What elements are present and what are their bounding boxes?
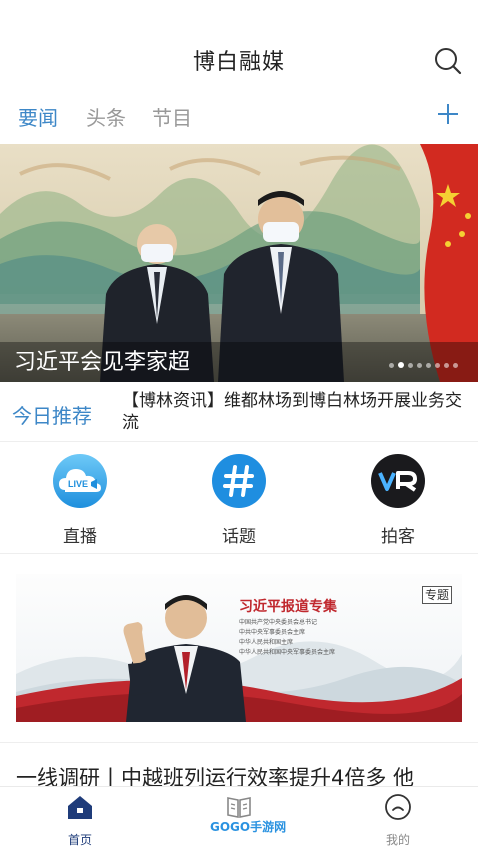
carousel-dot — [408, 362, 413, 368]
live-label: 直播 — [63, 527, 97, 547]
app-title: 博白融媒 — [192, 50, 285, 75]
tab-jiemu[interactable]: 节目 — [152, 102, 192, 131]
carousel-dot — [435, 362, 440, 368]
tab-toutiao[interactable]: 头条 — [86, 102, 126, 131]
banner-caption: 习近平会见李家超 — [14, 350, 191, 375]
profile-icon — [385, 794, 411, 820]
carousel-dot-active — [398, 362, 404, 368]
today-recommend[interactable]: 今日推荐 【博林资讯】维都林场到博白林场开展业务交流 — [0, 384, 478, 442]
search-button[interactable] — [433, 46, 463, 76]
tab-yaowen[interactable]: 要闻 — [18, 102, 58, 131]
paike-label: 拍客 — [381, 527, 415, 547]
today-recommend-headline[interactable]: 【博林资讯】维都林场到博白林场开展业务交流 — [122, 390, 466, 434]
paike-shortcut[interactable]: 拍客 — [358, 454, 438, 547]
topic-label: 话题 — [222, 527, 256, 547]
live-cloud-icon: LIVE — [53, 454, 107, 508]
plus-icon — [438, 104, 458, 124]
app-header: 博白融媒 — [0, 0, 478, 95]
section-divider — [0, 742, 478, 743]
search-icon — [435, 48, 462, 75]
channel-tabs: 要闻 头条 节目 — [0, 98, 478, 138]
carousel-dot — [444, 362, 449, 368]
home-icon — [68, 796, 92, 819]
special-topic-title: 习近平报道专集 — [239, 599, 337, 615]
carousel-dot — [417, 362, 422, 368]
special-topic-tag[interactable]: 专题 — [421, 586, 452, 604]
special-topic-line: 中华人民共和国中央军事委员会主席 — [239, 649, 336, 656]
watermark-logo: GOGO手游网 — [210, 820, 287, 834]
vr-logo-icon — [371, 454, 425, 508]
special-topic-lines: 中国共产党中央委员会总书记 中共中央军事委员会主席 中华人民共和国主席 中华人民… — [239, 618, 335, 658]
add-channel-button[interactable] — [436, 102, 460, 126]
svg-text:LIVE: LIVE — [68, 479, 88, 489]
carousel-indicator — [389, 362, 458, 368]
live-shortcut[interactable]: LIVE 直播 — [40, 454, 120, 547]
topic-shortcut[interactable]: 话题 — [199, 454, 279, 547]
special-topic-line: 中华人民共和国主席 — [239, 639, 294, 646]
special-topic-banner[interactable]: 习近平报道专集 专题 中国共产党中央委员会总书记 中共中央军事委员会主席 中华人… — [16, 574, 462, 722]
book-icon — [227, 797, 251, 818]
nav-mine[interactable]: 我的 — [358, 793, 438, 848]
special-topic-line: 中共中央军事委员会主席 — [239, 629, 306, 636]
carousel-dot — [453, 362, 458, 368]
carousel-dot — [389, 362, 394, 368]
nav-home[interactable]: 首页 — [40, 793, 120, 848]
feature-shortcuts: LIVE 直播 话题 拍客 — [0, 444, 478, 554]
today-recommend-label: 今日推荐 — [12, 404, 92, 428]
nav-mine-label: 我的 — [385, 833, 410, 847]
hashtag-icon — [212, 454, 266, 508]
carousel-dot — [426, 362, 431, 368]
special-topic-line: 中国共产党中央委员会总书记 — [239, 619, 318, 626]
nav-home-label: 首页 — [67, 833, 92, 847]
news-banner[interactable]: 习近平会见李家超 — [0, 144, 478, 382]
